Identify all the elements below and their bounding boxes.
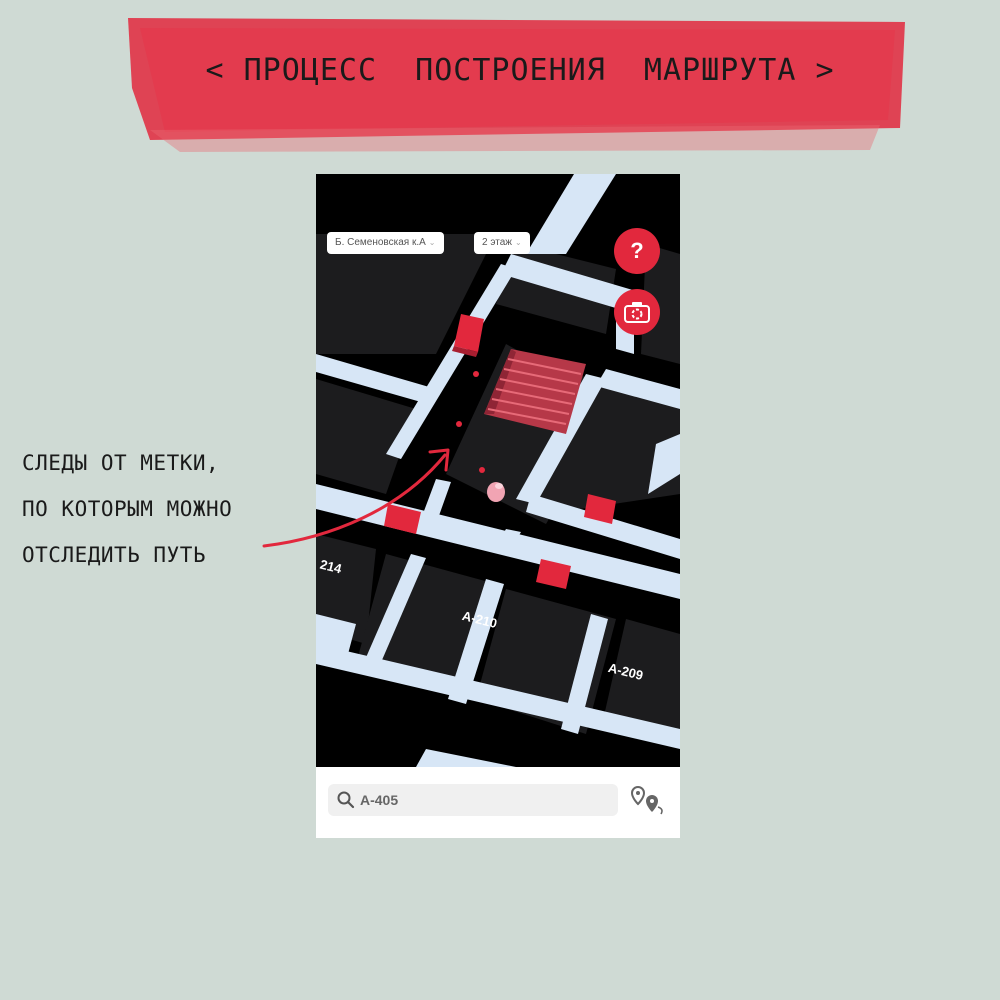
user-location-marker xyxy=(487,482,505,502)
floor-selector[interactable]: 2 этаж ⌄ xyxy=(474,232,530,254)
help-button[interactable]: ? xyxy=(614,228,660,274)
chevron-down-icon: ⌄ xyxy=(514,238,522,247)
camera-icon xyxy=(624,302,650,323)
chevron-down-icon: ⌄ xyxy=(428,238,436,247)
annotation-arrow xyxy=(262,448,450,548)
banner-title: < ПРОЦЕСС ПОСТРОЕНИЯ МАРШРУТА > xyxy=(205,52,835,88)
search-value: А-405 xyxy=(360,792,399,808)
search-icon xyxy=(337,791,355,809)
location-selector[interactable]: Б. Семеновская к.А ⌄ xyxy=(327,232,444,254)
route-pins-icon[interactable] xyxy=(628,783,668,819)
help-button-label: ? xyxy=(630,238,644,263)
bottom-bar: А-405 xyxy=(316,767,680,838)
camera-button[interactable] xyxy=(614,289,660,335)
search-input[interactable]: А-405 xyxy=(328,784,618,816)
